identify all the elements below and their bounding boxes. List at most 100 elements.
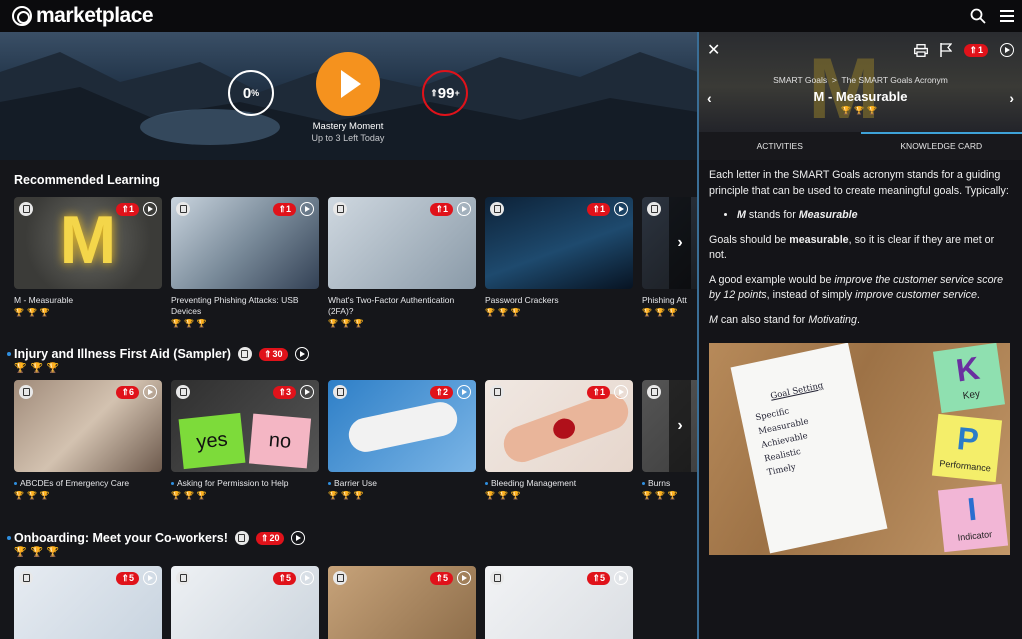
card-title-text: Preventing Phishing Attacks: USB Devices (171, 295, 299, 316)
mastery-play-button[interactable] (316, 52, 380, 116)
card-title[interactable]: What's Two-Factor Authentication (2FA)? (328, 295, 476, 317)
course-card[interactable]: ⇑6 ABCDEs of Emergency Care 🏆🏆🏆 (14, 380, 162, 500)
course-card[interactable]: ⇑1 What's Two-Factor Authentication (2FA)… (328, 197, 476, 328)
points-badge: ⇑5 (430, 571, 453, 585)
card-thumbnail[interactable]: ⇑1 (485, 380, 633, 472)
main-content: 0% Mastery Moment Up to 3 Left Today ⇑ 99… (0, 32, 698, 639)
note-letter: P (955, 420, 981, 459)
card-title[interactable]: Burns (642, 478, 698, 489)
paragraph-intro: Each letter in the SMART Goals acronym s… (709, 169, 1009, 197)
card-title[interactable]: Preventing Phishing Attacks: USB Devices (171, 295, 319, 317)
points-ring: ⇑ 99 + (422, 70, 468, 116)
course-card[interactable]: ⇑1 Preventing Phishing Attacks: USB Devic… (171, 197, 319, 328)
unread-dot (328, 482, 331, 485)
breadcrumb-current[interactable]: The SMART Goals Acronym (841, 75, 947, 85)
card-thumbnail[interactable]: yes no ⇑3 (171, 380, 319, 472)
marketplace-logo[interactable]: marketplace (12, 4, 154, 28)
search-icon[interactable] (970, 8, 986, 24)
document-icon[interactable] (234, 531, 249, 545)
card-thumbnail[interactable]: ⇑5 (171, 566, 319, 639)
play-icon[interactable] (457, 571, 471, 585)
play-icon[interactable] (143, 385, 157, 399)
play-icon[interactable] (457, 385, 471, 399)
card-title[interactable]: Asking for Permission to Help (171, 478, 319, 489)
scroll-right-arrow[interactable]: › (669, 380, 691, 472)
card-title[interactable]: ABCDEs of Emergency Care (14, 478, 162, 489)
course-card[interactable]: ⇑1 Bleeding Management 🏆🏆🏆 (485, 380, 633, 500)
card-thumbnail[interactable]: ⇑1 (171, 197, 319, 289)
hero-banner: 0% Mastery Moment Up to 3 Left Today ⇑ 99… (0, 32, 698, 160)
document-icon[interactable] (333, 202, 347, 216)
print-icon[interactable] (914, 43, 929, 57)
play-icon[interactable] (614, 385, 628, 399)
document-icon[interactable] (176, 385, 190, 399)
paragraph-motivating: M can also stand for Motivating. (709, 313, 1013, 329)
course-card[interactable]: ⇑2 Barrier Use 🏆🏆🏆 (328, 380, 476, 500)
card-trophies: 🏆🏆🏆 (14, 491, 53, 500)
course-card[interactable]: ⇑5 (171, 566, 319, 639)
close-icon[interactable]: ✕ (707, 40, 720, 60)
card-thumbnail[interactable]: ⇑6 (14, 380, 162, 472)
play-icon[interactable] (143, 571, 157, 585)
card-title[interactable]: Password Crackers (485, 295, 633, 306)
chevron-right-icon[interactable]: › (1009, 90, 1014, 106)
document-icon[interactable] (19, 571, 33, 585)
play-icon[interactable] (300, 202, 314, 216)
points-badge-value: 20 (269, 533, 280, 543)
flag-icon[interactable] (940, 43, 953, 57)
card-trophies: 🏆🏆🏆 (14, 308, 53, 317)
menu-icon[interactable] (1000, 10, 1014, 22)
card-title[interactable]: Phishing Att (642, 295, 698, 306)
course-card[interactable]: ⇑1 Password Crackers 🏆🏆🏆 (485, 197, 633, 317)
play-icon[interactable] (1000, 43, 1014, 57)
section-title-first-aid[interactable]: Injury and Illness First Aid (Sampler) ⇑… (7, 347, 309, 361)
tab-activities[interactable]: ACTIVITIES (699, 132, 861, 160)
document-icon[interactable] (333, 571, 347, 585)
card-thumbnail[interactable]: M ⇑1 (14, 197, 162, 289)
document-icon[interactable] (490, 571, 504, 585)
card-title[interactable]: Bleeding Management (485, 478, 633, 489)
document-icon[interactable] (19, 385, 33, 399)
document-icon[interactable] (176, 571, 190, 585)
card-trophies: 🏆🏆🏆 (328, 491, 367, 500)
card-thumbnail[interactable]: ⇑2 (328, 380, 476, 472)
document-icon[interactable] (19, 202, 33, 216)
section-title-onboarding[interactable]: Onboarding: Meet your Co-workers! ⇑ 20 (7, 531, 306, 545)
document-icon[interactable] (647, 202, 661, 216)
play-icon[interactable] (291, 531, 306, 545)
play-icon[interactable] (457, 202, 471, 216)
document-icon[interactable] (490, 202, 504, 216)
play-icon[interactable] (143, 202, 157, 216)
course-card[interactable]: ⇑5 (485, 566, 633, 639)
document-icon[interactable] (237, 347, 252, 361)
document-icon[interactable] (333, 385, 347, 399)
card-title-text: Bleeding Management (491, 478, 577, 488)
course-card[interactable]: yes no ⇑3 Asking for Permission to Help 🏆🏆🏆 (171, 380, 319, 500)
tab-knowledge-card[interactable]: KNOWLEDGE CARD (860, 132, 1022, 160)
breadcrumb-parent[interactable]: SMART Goals (773, 75, 827, 85)
document-icon[interactable] (176, 202, 190, 216)
points-badge: ⇑5 (587, 571, 610, 585)
points-badge: ⇑1 (430, 202, 453, 216)
card-thumbnail[interactable]: ⇑5 (14, 566, 162, 639)
document-icon[interactable] (490, 385, 504, 399)
scroll-right-arrow[interactable]: › (669, 197, 691, 289)
card-thumbnail[interactable]: ⇑1 (485, 197, 633, 289)
play-icon[interactable] (294, 347, 309, 361)
course-card[interactable]: ⇑5 (14, 566, 162, 639)
unread-dot (7, 536, 11, 540)
card-thumbnail[interactable]: ⇑5 (485, 566, 633, 639)
course-card[interactable]: ⇑5 (328, 566, 476, 639)
play-icon[interactable] (300, 385, 314, 399)
play-icon[interactable] (614, 202, 628, 216)
points-arrow-icon: ⇑ (430, 87, 438, 98)
play-icon[interactable] (614, 571, 628, 585)
sticky-no: no (248, 413, 312, 469)
document-icon[interactable] (647, 385, 661, 399)
card-title[interactable]: M - Measurable (14, 295, 162, 306)
card-title[interactable]: Barrier Use (328, 478, 476, 489)
course-card[interactable]: M ⇑1 M - Measurable 🏆🏆🏆 (14, 197, 162, 317)
card-thumbnail[interactable]: ⇑5 (328, 566, 476, 639)
card-thumbnail[interactable]: ⇑1 (328, 197, 476, 289)
play-icon[interactable] (300, 571, 314, 585)
